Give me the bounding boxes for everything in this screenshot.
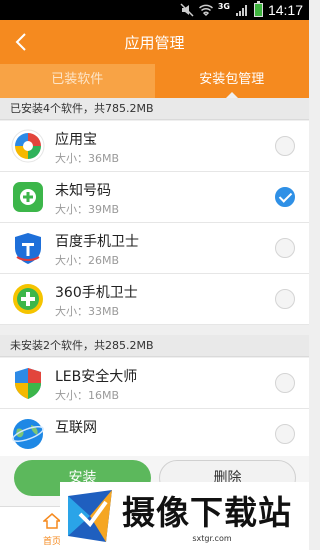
list-item[interactable]: 百度手机卫士 大小：26MB: [0, 223, 309, 274]
uninstalled-list: LEB安全大师 大小：16MB 互联网: [0, 358, 309, 460]
watermark: 摄像下载站 sxtgr.com: [60, 482, 309, 550]
app-name: 应用宝: [55, 132, 97, 148]
list-item[interactable]: 未知号码 大小：39MB: [0, 172, 309, 223]
home-icon: [42, 513, 62, 529]
tab-bar: 已装软件 安装包管理: [0, 64, 309, 98]
select-checkbox[interactable]: [275, 238, 295, 258]
app-size: 大小：33MB: [55, 305, 120, 318]
app-size: 大小：26MB: [55, 254, 120, 267]
app-size: 大小：39MB: [55, 203, 120, 216]
360-guard-icon: [13, 284, 43, 314]
watermark-url: sxtgr.com: [192, 534, 232, 543]
title-bar: 应用管理: [0, 20, 309, 64]
status-time: 14:17: [267, 2, 303, 18]
select-checkbox[interactable]: [275, 424, 295, 444]
tab-package-manager[interactable]: 安装包管理: [154, 64, 309, 98]
list-item[interactable]: 互联网: [0, 409, 309, 460]
leb-shield-icon: [15, 368, 41, 399]
page-title: 应用管理: [124, 34, 185, 52]
watermark-text: 摄像下载站: [122, 493, 292, 532]
mute-icon: [180, 3, 194, 17]
tab-installed-apps[interactable]: 已装软件: [0, 64, 155, 98]
app-name: 互联网: [55, 420, 97, 436]
battery-icon: [253, 1, 263, 17]
list-item[interactable]: LEB安全大师 大小：16MB: [0, 358, 309, 409]
unknown-number-icon: [13, 182, 43, 212]
app-name: 百度手机卫士: [55, 234, 139, 250]
app-name: 360手机卫士: [55, 285, 138, 301]
installed-list: 应用宝 大小：36MB 未知号码 大小：39MB 百度手机卫士 大小：26MB …: [0, 121, 309, 325]
globe-icon: [12, 419, 44, 449]
watermark-logo-icon: [68, 490, 112, 542]
select-checkbox[interactable]: [275, 136, 295, 156]
wifi-icon: [198, 4, 213, 17]
list-item[interactable]: 360手机卫士 大小：33MB: [0, 274, 309, 325]
select-checkbox[interactable]: [275, 187, 295, 207]
installed-section-header: 已安装4个软件，共785.2MB: [0, 98, 309, 120]
app-size: 大小：16MB: [55, 389, 120, 402]
app-name: 未知号码: [55, 183, 111, 199]
uninstalled-section-header: 未安装2个软件，共285.2MB: [0, 335, 309, 357]
yingyongbao-icon: [11, 129, 45, 163]
status-bar: 3G 14:17: [0, 0, 309, 20]
app-name: LEB安全大师: [55, 369, 138, 385]
list-item[interactable]: 应用宝 大小：36MB: [0, 121, 309, 172]
baidu-guard-icon: [15, 233, 41, 264]
network-type: 3G: [217, 2, 230, 11]
select-checkbox[interactable]: [275, 373, 295, 393]
select-checkbox[interactable]: [275, 289, 295, 309]
app-size: 大小：36MB: [55, 152, 120, 165]
signal-icon: [235, 5, 247, 16]
